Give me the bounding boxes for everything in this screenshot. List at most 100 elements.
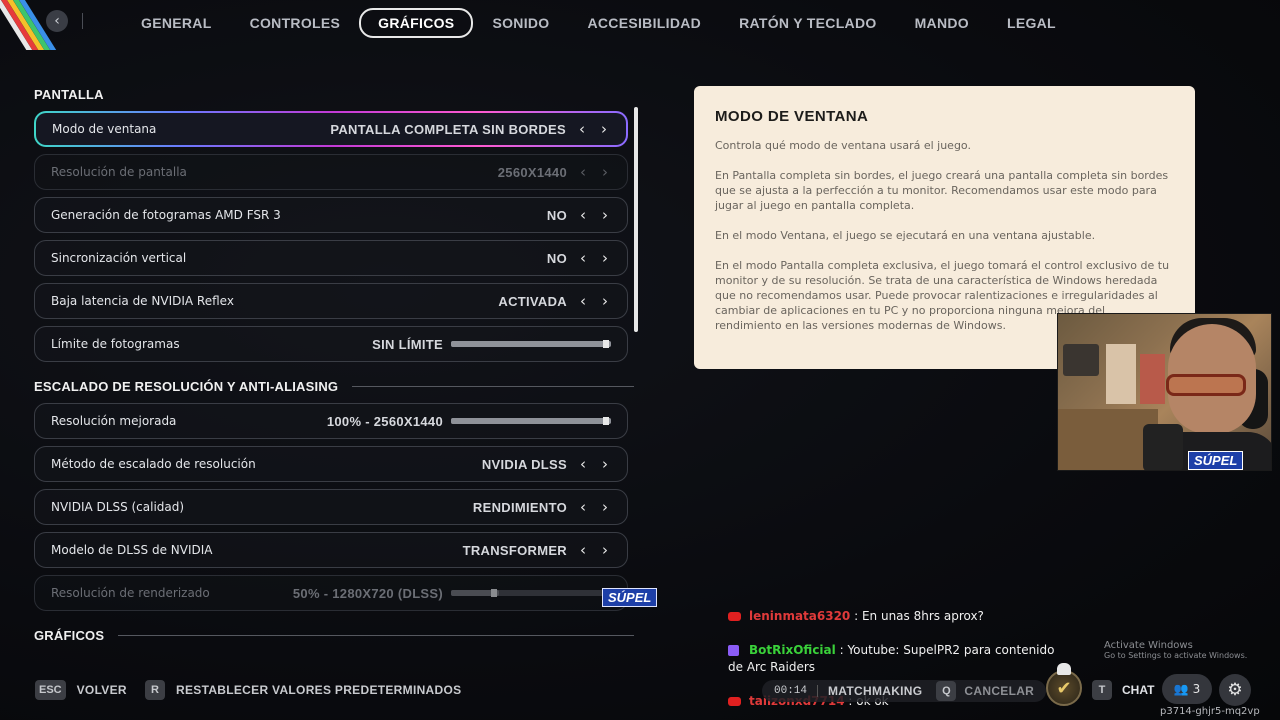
chevron-right-icon[interactable]: › bbox=[599, 163, 611, 181]
tab-2[interactable]: GRÁFICOS bbox=[359, 8, 474, 38]
slider-knob[interactable] bbox=[603, 417, 609, 425]
settings-scrollbar[interactable] bbox=[634, 107, 638, 332]
setting-label: Baja latencia de NVIDIA Reflex bbox=[51, 294, 234, 308]
chevron-left-icon[interactable]: ‹ bbox=[576, 120, 588, 138]
tab-6[interactable]: MANDO bbox=[896, 8, 988, 38]
setting-label: NVIDIA DLSS (calidad) bbox=[51, 500, 185, 514]
setting-value: 50% - 1280X720 (DLSS) bbox=[292, 585, 443, 601]
stream-chat: leninmata6320 : En unas 8hrs aprox? BotRi… bbox=[728, 608, 1068, 720]
setting-label: Resolución de renderizado bbox=[51, 586, 210, 600]
reset-label: RESTABLECER VALORES PREDETERMINADOS bbox=[176, 683, 462, 697]
info-paragraph: En Pantalla completa sin bordes, el jueg… bbox=[715, 169, 1169, 212]
poster-shape bbox=[1140, 354, 1165, 404]
t-key: T bbox=[1092, 680, 1112, 700]
setting-row[interactable]: Resolución de pantalla 2560X1440 ‹ › bbox=[34, 154, 628, 190]
bottom-bar: ESC VOLVER R RESTABLECER VALORES PREDETE… bbox=[0, 678, 1280, 702]
watermark-line2: Go to Settings to activate Windows. bbox=[1104, 651, 1248, 660]
tab-0[interactable]: GENERAL bbox=[122, 8, 231, 38]
escalado-rows: Resolución mejorada 100% - 2560X1440 Métod… bbox=[34, 403, 634, 611]
setting-slider[interactable] bbox=[451, 340, 611, 348]
tab-1[interactable]: CONTROLES bbox=[231, 8, 360, 38]
setting-value: NO bbox=[546, 207, 567, 223]
setting-value: SIN LÍMITE bbox=[372, 336, 443, 352]
chevron-left-icon[interactable]: ‹ bbox=[577, 498, 589, 516]
setting-value: ACTIVADA bbox=[498, 293, 567, 309]
chevron-right-icon[interactable]: › bbox=[599, 541, 611, 559]
chat-button[interactable]: T CHAT bbox=[1092, 680, 1154, 700]
setting-value: TRANSFORMER bbox=[462, 542, 567, 558]
setting-slider[interactable] bbox=[451, 417, 611, 425]
slider-knob[interactable] bbox=[491, 589, 497, 597]
settings-list: PANTALLA Modo de ventana PANTALLA COMPLET… bbox=[34, 84, 634, 645]
chevron-right-icon[interactable]: › bbox=[599, 206, 611, 224]
q-key: Q bbox=[936, 681, 957, 701]
nav-divider bbox=[82, 13, 83, 29]
chevron-left-icon[interactable]: ‹ bbox=[577, 249, 589, 267]
chevron-left-icon[interactable]: ‹ bbox=[577, 541, 589, 559]
streamer-webcam: SÚPEL bbox=[1057, 313, 1272, 471]
setting-value: NVIDIA DLSS bbox=[481, 456, 567, 472]
setting-row[interactable]: Sincronización vertical NO ‹ › bbox=[34, 240, 628, 276]
tv-shape bbox=[1063, 344, 1099, 376]
twitch-icon bbox=[728, 645, 739, 656]
setting-label: Modelo de DLSS de NVIDIA bbox=[51, 543, 213, 557]
slider-knob[interactable] bbox=[603, 340, 609, 348]
section-title: PANTALLA bbox=[34, 86, 104, 102]
setting-row[interactable]: NVIDIA DLSS (calidad) RENDIMIENTO ‹ › bbox=[34, 489, 628, 525]
setting-label: Resolución mejorada bbox=[51, 414, 177, 428]
chevron-right-icon[interactable]: › bbox=[599, 292, 611, 310]
rank-badge-icon[interactable]: ✔ bbox=[1046, 670, 1082, 706]
setting-row[interactable]: Resolución de renderizado 50% - 1280X720 … bbox=[34, 575, 628, 611]
chevron-right-icon[interactable]: › bbox=[599, 455, 611, 473]
friends-icon: 👥 bbox=[1173, 682, 1189, 696]
chevron-right-icon[interactable]: › bbox=[598, 120, 610, 138]
chat-separator: : bbox=[835, 643, 848, 657]
tab-7[interactable]: LEGAL bbox=[988, 8, 1075, 38]
chevron-left-icon[interactable]: ‹ bbox=[577, 455, 589, 473]
friends-button[interactable]: 👥 3 bbox=[1162, 674, 1212, 704]
gear-icon[interactable]: ⚙ bbox=[1219, 674, 1251, 706]
back-hint[interactable]: ESC VOLVER bbox=[35, 680, 127, 700]
skull-icon bbox=[1057, 663, 1071, 675]
esc-key: ESC bbox=[35, 680, 66, 700]
chevron-left-icon[interactable]: ‹ bbox=[46, 10, 68, 32]
setting-value: 100% - 2560X1440 bbox=[326, 413, 443, 429]
setting-row[interactable]: Límite de fotogramas SIN LÍMITE bbox=[34, 326, 628, 362]
settings-tabs: GENERAL CONTROLES GRÁFICOS SONIDO ACCESIBILI… bbox=[122, 8, 1075, 38]
setting-row[interactable]: Resolución mejorada 100% - 2560X1440 bbox=[34, 403, 628, 439]
r-key: R bbox=[145, 680, 165, 700]
chat-message: BotRixOficial : Youtube: SupelPR2 para c… bbox=[728, 642, 1068, 676]
reset-defaults-hint[interactable]: R RESTABLECER VALORES PREDETERMINADOS bbox=[145, 680, 461, 700]
setting-row[interactable]: Baja latencia de NVIDIA Reflex ACTIVADA ‹ › bbox=[34, 283, 628, 319]
chevron-right-icon[interactable]: › bbox=[599, 249, 611, 267]
setting-row[interactable]: Método de escalado de resolución NVIDIA D… bbox=[34, 446, 628, 482]
setting-label: Método de escalado de resolución bbox=[51, 457, 256, 471]
setting-label: Generación de fotogramas AMD FSR 3 bbox=[51, 208, 281, 222]
chevron-left-icon[interactable]: ‹ bbox=[577, 292, 589, 310]
setting-slider[interactable] bbox=[451, 589, 611, 597]
setting-label: Sincronización vertical bbox=[51, 251, 187, 265]
setting-row[interactable]: Generación de fotogramas AMD FSR 3 NO ‹ › bbox=[34, 197, 628, 233]
setting-value: RENDIMIENTO bbox=[472, 499, 567, 515]
chevron-right-icon[interactable]: › bbox=[599, 498, 611, 516]
setting-row[interactable]: Modelo de DLSS de NVIDIA TRANSFORMER ‹ › bbox=[34, 532, 628, 568]
tab-4[interactable]: ACCESIBILIDAD bbox=[568, 8, 720, 38]
cancel-matchmaking-button[interactable]: CANCELAR bbox=[964, 684, 1034, 698]
section-divider bbox=[118, 634, 634, 636]
setting-row[interactable]: Modo de ventana PANTALLA COMPLETA SIN BOR… bbox=[34, 111, 628, 147]
setting-label: Resolución de pantalla bbox=[51, 165, 187, 179]
setting-value: NO bbox=[546, 250, 567, 266]
friends-count: 3 bbox=[1192, 682, 1201, 696]
setting-value: 2560X1440 bbox=[497, 164, 567, 180]
chevron-left-icon[interactable]: ‹ bbox=[577, 206, 589, 224]
info-paragraph: Controla qué modo de ventana usará el ju… bbox=[715, 139, 971, 152]
section-header-escalado: ESCALADO DE RESOLUCIÓN Y ANTI-ALIASING bbox=[34, 376, 634, 396]
poster-shape bbox=[1106, 344, 1136, 404]
streamer-logo: SÚPEL bbox=[1188, 451, 1244, 470]
section-title: ESCALADO DE RESOLUCIÓN Y ANTI-ALIASING bbox=[34, 378, 339, 394]
back-label: VOLVER bbox=[76, 683, 127, 697]
tab-3[interactable]: SONIDO bbox=[473, 8, 568, 38]
setting-label: Modo de ventana bbox=[52, 122, 157, 136]
chevron-left-icon[interactable]: ‹ bbox=[577, 163, 589, 181]
tab-5[interactable]: RATÓN Y TECLADO bbox=[720, 8, 896, 38]
